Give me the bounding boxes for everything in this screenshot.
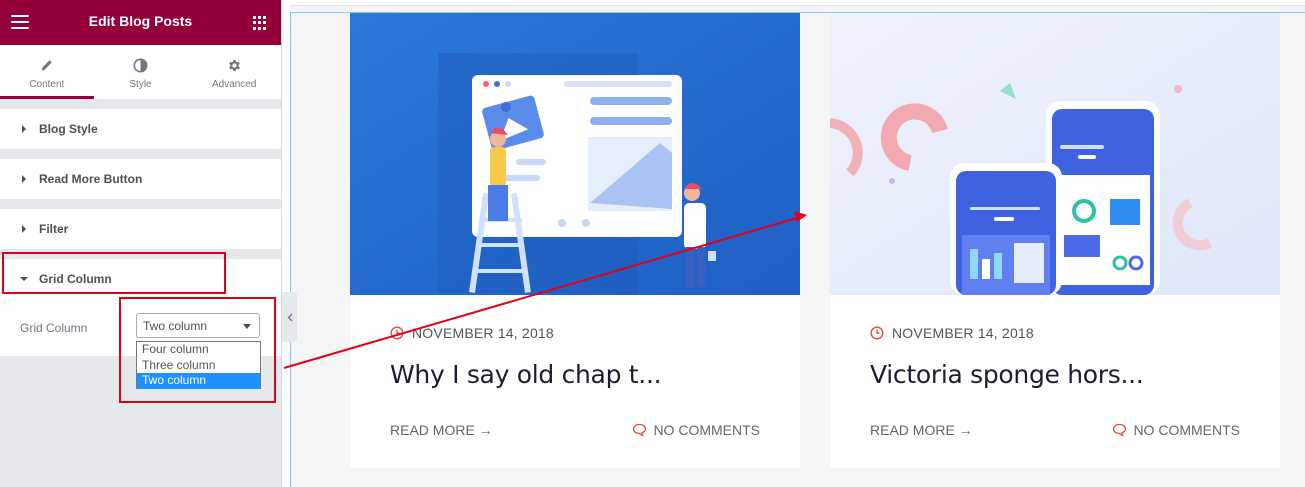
- comment-bubble-icon: [1113, 423, 1127, 437]
- grid-column-select[interactable]: Two column: [136, 313, 260, 338]
- section-blog-style[interactable]: Blog Style: [0, 109, 281, 149]
- blog-post-card: NOVEMBER 14, 2018 Victoria sponge hors..…: [830, 13, 1280, 468]
- tab-advanced-label: Advanced: [211, 79, 257, 90]
- post-date: NOVEMBER 14, 2018: [870, 325, 1034, 341]
- illustration-mobile-app-image: [830, 13, 1280, 295]
- section-guide-left: [290, 12, 291, 487]
- panel-collapse-handle[interactable]: [282, 292, 297, 342]
- widgets-grid-icon[interactable]: [253, 16, 267, 30]
- post-date: NOVEMBER 14, 2018: [390, 325, 554, 341]
- post-title[interactable]: Victoria sponge hors...: [870, 360, 1144, 389]
- preview-top-bar: [290, 0, 1305, 6]
- panel-title: Edit Blog Posts: [88, 13, 193, 29]
- section-label: Filter: [39, 222, 69, 236]
- dropdown-option-two-column[interactable]: Two column: [137, 373, 260, 389]
- comments-link[interactable]: NO COMMENTS: [1112, 422, 1240, 438]
- grid-column-dropdown: Four column Three column Two column: [136, 341, 261, 389]
- hamburger-menu-icon[interactable]: [11, 15, 29, 29]
- contrast-icon: [133, 57, 148, 73]
- editor-panel: Edit Blog Posts Content Style Advanced B…: [0, 0, 282, 487]
- section-label: Blog Style: [39, 122, 98, 136]
- panel-header: Edit Blog Posts: [0, 0, 281, 45]
- post-title[interactable]: Why I say old chap t...: [390, 360, 662, 389]
- post-featured-image[interactable]: [830, 13, 1280, 295]
- section-label: Read More Button: [39, 172, 143, 186]
- tab-content[interactable]: Content: [0, 45, 94, 99]
- tab-content-label: Content: [29, 79, 65, 90]
- dropdown-option-three-column[interactable]: Three column: [137, 358, 260, 374]
- post-featured-image[interactable]: [350, 13, 800, 295]
- chevron-down-icon: [243, 324, 251, 329]
- caret-right-icon: [22, 175, 26, 183]
- comment-bubble-icon: [633, 423, 647, 437]
- chevron-left-icon: [287, 313, 292, 321]
- illustration-whiteboard-image: [350, 13, 800, 295]
- read-more-link[interactable]: READ MORE →: [870, 422, 973, 438]
- post-date-text: NOVEMBER 14, 2018: [412, 325, 554, 341]
- read-more-link[interactable]: READ MORE →: [390, 422, 493, 438]
- panel-tabs: Content Style Advanced: [0, 45, 281, 99]
- gear-icon: [227, 57, 242, 73]
- section-grid-column[interactable]: Grid Column: [0, 259, 281, 299]
- comments-text: NO COMMENTS: [1133, 422, 1240, 438]
- section-read-more-button[interactable]: Read More Button: [0, 159, 281, 199]
- tab-style[interactable]: Style: [94, 45, 188, 99]
- caret-down-icon: [20, 277, 28, 281]
- post-date-text: NOVEMBER 14, 2018: [892, 325, 1034, 341]
- grid-column-selected-value: Two column: [143, 319, 208, 333]
- grid-column-label: Grid Column: [20, 321, 88, 335]
- dropdown-option-four-column[interactable]: Four column: [137, 342, 260, 358]
- clock-icon: [390, 326, 404, 340]
- caret-right-icon: [22, 125, 26, 133]
- pencil-icon: [40, 57, 54, 73]
- blog-post-card: NOVEMBER 14, 2018 Why I say old chap t..…: [350, 13, 800, 468]
- section-label: Grid Column: [39, 272, 112, 286]
- tab-advanced[interactable]: Advanced: [187, 45, 281, 99]
- comments-text: NO COMMENTS: [653, 422, 760, 438]
- caret-right-icon: [22, 225, 26, 233]
- section-filter[interactable]: Filter: [0, 209, 281, 249]
- comments-link[interactable]: NO COMMENTS: [632, 422, 760, 438]
- tab-style-label: Style: [129, 79, 152, 90]
- clock-icon: [870, 326, 884, 340]
